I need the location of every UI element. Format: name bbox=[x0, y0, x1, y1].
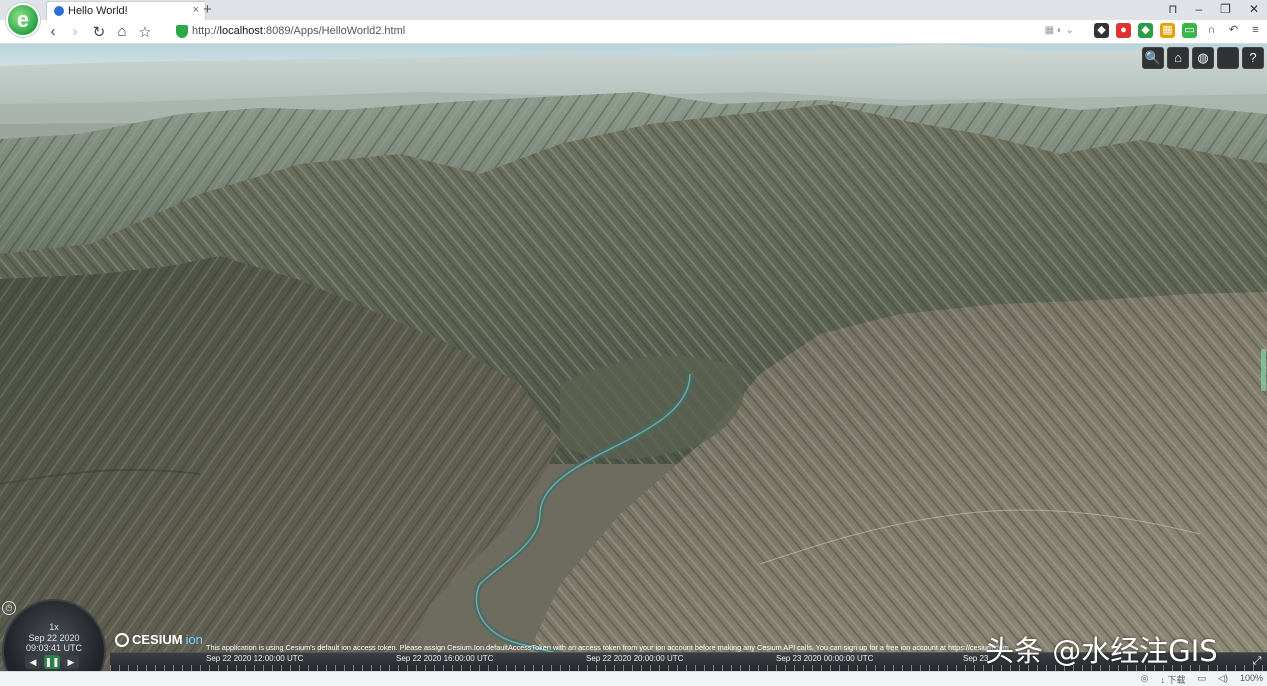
status-view-icon[interactable]: ▭ bbox=[1198, 673, 1207, 686]
url-input[interactable]: http://localhost:8089/Apps/HelloWorld2.h… bbox=[170, 22, 1080, 42]
status-sound-icon[interactable]: ◁) bbox=[1218, 673, 1228, 686]
scene-mode-button[interactable]: ◍ bbox=[1192, 47, 1214, 69]
clock-icon[interactable]: ◷ bbox=[2, 601, 16, 615]
close-window-button[interactable]: ✕ bbox=[1249, 2, 1259, 18]
status-zoom[interactable]: 100% bbox=[1240, 673, 1263, 686]
terrain-scene[interactable] bbox=[0, 44, 1267, 671]
watermark-text: 头条 @水经注GIS bbox=[985, 634, 1218, 668]
reverse-button[interactable]: ◀ bbox=[25, 655, 41, 669]
timeline-label: Sep 23 2020 00:00:00 UTC bbox=[776, 654, 874, 663]
undo-icon[interactable]: ↶ bbox=[1226, 23, 1241, 38]
url-text: http://localhost:8089/Apps/HelloWorld2.h… bbox=[192, 25, 406, 37]
new-tab-button[interactable]: + bbox=[203, 1, 212, 18]
tab-bar: Hello World! × + ⊓ – ❐ ✕ bbox=[0, 0, 1267, 20]
forward-button[interactable]: › bbox=[66, 23, 84, 40]
home-button[interactable]: ⌂ bbox=[1167, 47, 1189, 69]
cesium-ion-logo[interactable]: CESIUM ion bbox=[115, 632, 203, 647]
globe-favicon-icon bbox=[54, 6, 64, 16]
extension-red-icon[interactable]: ● bbox=[1116, 23, 1131, 38]
geocoder-button[interactable]: 🔍 bbox=[1142, 47, 1164, 69]
extension-grid-icon[interactable]: ▦ bbox=[1160, 23, 1175, 38]
browser-tab[interactable]: Hello World! × bbox=[46, 1, 206, 20]
menu-icon[interactable]: ≡ bbox=[1248, 23, 1263, 38]
pause-button[interactable]: ❚❚ bbox=[44, 655, 60, 669]
extension-evernote-icon[interactable]: ◆ bbox=[1094, 23, 1109, 38]
minimize-button[interactable]: – bbox=[1195, 2, 1202, 18]
cesium-logo-icon bbox=[115, 632, 129, 647]
window-controls: ⊓ – ❐ ✕ bbox=[1168, 2, 1259, 18]
headphones-icon[interactable]: ∩ bbox=[1204, 23, 1219, 38]
home-icon[interactable]: ⌂ bbox=[113, 23, 131, 40]
tab-close-icon[interactable]: × bbox=[193, 4, 199, 16]
bookmark-star-icon[interactable]: ☆ bbox=[136, 23, 154, 41]
help-button[interactable]: ? bbox=[1242, 47, 1264, 69]
security-shield-icon bbox=[176, 25, 188, 38]
cesium-ion-suffix: ion bbox=[185, 632, 203, 647]
battery-icon[interactable]: ▭ bbox=[1182, 23, 1197, 38]
cesium-toolbar: 🔍 ⌂ ◍? bbox=[1142, 47, 1264, 69]
status-bar: ◎ ↓ 下载 ▭ ◁) 100% bbox=[0, 671, 1267, 686]
animation-date: Sep 22 2020 bbox=[28, 633, 80, 643]
timeline-label: Sep 22 2020 16:00:00 UTC bbox=[396, 654, 494, 663]
play-button[interactable]: ▶ bbox=[63, 655, 79, 669]
animation-time: 09:03:41 UTC bbox=[25, 643, 83, 653]
timeline-label: Sep 22 2020 20:00:00 UTC bbox=[586, 654, 684, 663]
animation-speed: 1x bbox=[49, 622, 59, 632]
reload-button[interactable]: ↻ bbox=[90, 23, 108, 41]
scrollbar-thumb[interactable] bbox=[1261, 349, 1266, 391]
base-layer-picker-button[interactable] bbox=[1217, 47, 1239, 69]
cesium-viewer[interactable]: 🔍 ⌂ ◍? ◷ 1x Sep 22 2020 09:03:41 UTC ◀ ❚❚ … bbox=[0, 44, 1267, 671]
extension-icons: ◆ ● ◆ ▦ ▭ ∩ ↶ ≡ bbox=[1094, 23, 1263, 38]
extension-green-icon[interactable]: ◆ bbox=[1138, 23, 1153, 38]
url-extras-icon[interactable]: ▦ ◐ ⌄ bbox=[1045, 25, 1074, 36]
status-shield-icon[interactable]: ◎ bbox=[1141, 673, 1149, 686]
status-download-icon[interactable]: ↓ 下载 bbox=[1161, 673, 1186, 686]
restore-button[interactable]: ❐ bbox=[1220, 2, 1231, 18]
back-button[interactable]: ‹ bbox=[44, 23, 62, 40]
animation-controls: ◀ ❚❚ ▶ bbox=[25, 655, 79, 669]
browser-logo-icon[interactable]: e bbox=[6, 3, 40, 37]
address-bar-row: ‹ › ↻ ⌂ ☆ http://localhost:8089/Apps/Hel… bbox=[0, 20, 1267, 44]
cesium-brand: CESIUM bbox=[132, 632, 183, 647]
timeline-label: Sep 22 2020 12:00:00 UTC bbox=[206, 654, 304, 663]
animation-widget: ◷ 1x Sep 22 2020 09:03:41 UTC ◀ ❚❚ ▶ bbox=[0, 597, 108, 671]
tab-title: Hello World! bbox=[68, 5, 128, 17]
fullscreen-button[interactable]: ⤢ bbox=[1249, 653, 1265, 669]
pin-icon[interactable]: ⊓ bbox=[1168, 2, 1177, 18]
